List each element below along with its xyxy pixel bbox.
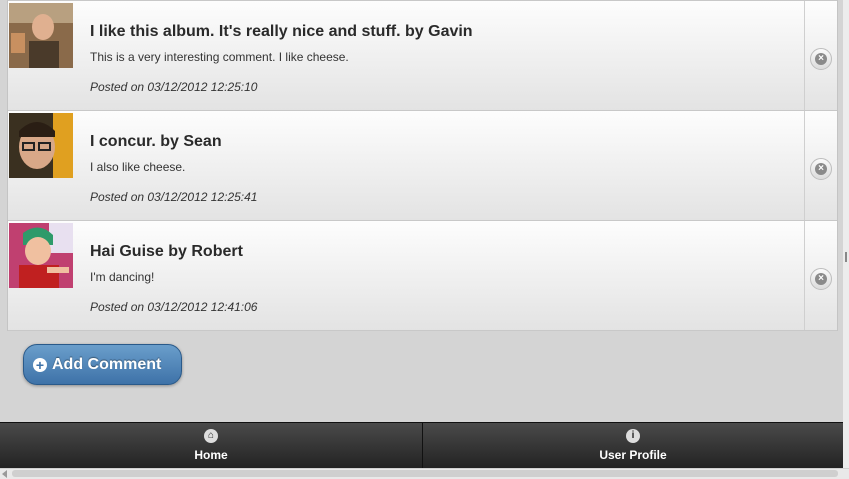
nav-home-label: Home [194,448,228,462]
scrollbar-thumb[interactable] [12,470,838,477]
bottom-navbar: ⌂ Home i User Profile [0,422,843,469]
delete-cell: × [804,221,837,330]
delete-comment-button[interactable]: × [810,48,832,70]
comment-timestamp: Posted on 03/12/2012 12:41:06 [90,300,258,314]
vertical-scrollbar[interactable] [843,0,849,468]
comment-body: I also like cheese. [90,160,186,174]
comment-title: Hai Guise by Robert [90,243,243,260]
add-comment-button[interactable]: + Add Comment [23,344,182,385]
avatar [9,113,73,178]
comment-item: I like this album. It's really nice and … [8,0,837,111]
comment-item: I concur. by Sean I also like cheese. Po… [8,111,837,221]
nav-home[interactable]: ⌂ Home [0,423,423,469]
scrollbar-grip[interactable] [845,252,847,262]
plus-icon: + [33,358,47,372]
comment-list: I like this album. It's really nice and … [7,0,838,331]
nav-user-profile-label: User Profile [599,448,667,462]
nav-user-profile[interactable]: i User Profile [423,423,843,469]
horizontal-scrollbar[interactable] [0,468,849,479]
avatar [9,3,73,68]
delete-cell: × [804,111,837,220]
comment-timestamp: Posted on 03/12/2012 12:25:41 [90,190,258,204]
comment-title: I like this album. It's really nice and … [90,23,473,40]
comment-body: This is a very interesting comment. I li… [90,50,349,64]
scroll-left-arrow-icon[interactable] [2,470,7,478]
comments-page: I like this album. It's really nice and … [0,0,843,478]
delete-cell: × [804,1,837,110]
delete-comment-button[interactable]: × [810,268,832,290]
close-icon: × [815,163,827,175]
delete-comment-button[interactable]: × [810,158,832,180]
comment-timestamp: Posted on 03/12/2012 12:25:10 [90,80,258,94]
avatar [9,223,73,288]
close-icon: × [815,53,827,65]
comment-body: I'm dancing! [90,270,155,284]
home-icon: ⌂ [204,429,218,443]
comment-title: I concur. by Sean [90,133,222,150]
comment-item: Hai Guise by Robert I'm dancing! Posted … [8,221,837,331]
info-icon: i [626,429,640,443]
close-icon: × [815,273,827,285]
add-comment-label: Add Comment [52,356,162,373]
